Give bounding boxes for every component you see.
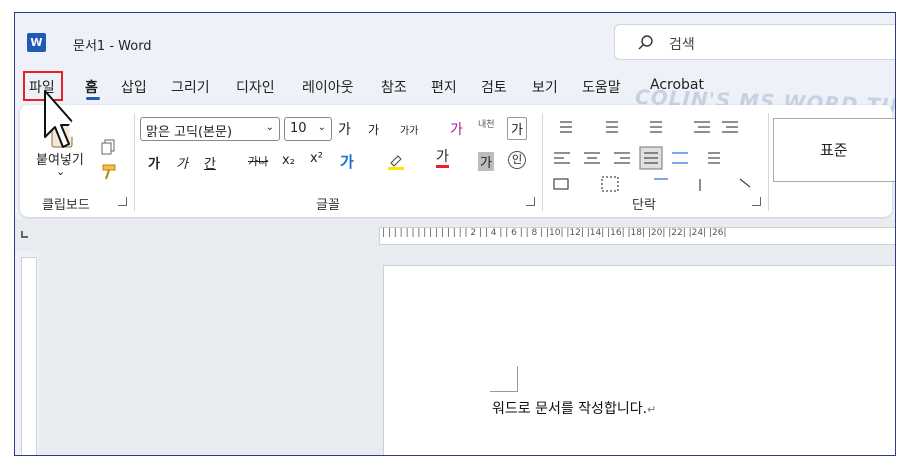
search-icon <box>638 35 653 50</box>
superscript-button[interactable]: x² <box>310 151 323 166</box>
tab-references[interactable]: 참조 <box>381 77 407 97</box>
underline-button[interactable]: 간 <box>204 153 216 172</box>
copy-icon[interactable] <box>100 139 116 155</box>
tab-design[interactable]: 디자인 <box>236 77 275 97</box>
word-window: W 문서1 - Word 검색 파일 홈 삽입 그리기 디자인 레이아웃 참조 … <box>14 12 896 456</box>
margin-corner-mark <box>490 366 518 392</box>
font-name-value: 맑은 고딕(본문) <box>146 125 233 140</box>
tab-mailings[interactable]: 편지 <box>431 77 457 97</box>
tab-layout[interactable]: 레이아웃 <box>302 77 354 97</box>
document-title: 문서1 - Word <box>73 39 152 54</box>
phonetic-guide-button[interactable]: 내천 <box>478 117 495 130</box>
click-annotation: 클릭 <box>67 115 105 140</box>
search-box[interactable]: 검색 <box>614 24 895 60</box>
chevron-down-icon: ⌄ <box>317 122 326 133</box>
enclose-characters-button[interactable]: 인 <box>508 151 526 169</box>
shrink-font-button[interactable]: 가 <box>368 121 379 138</box>
word-app-icon[interactable]: W <box>27 33 46 52</box>
font-color-button[interactable]: 가 <box>436 149 449 168</box>
paragraph-launcher-icon[interactable] <box>752 197 761 206</box>
paragraph-controls-icon[interactable] <box>550 117 770 193</box>
grow-font-button[interactable]: 가 <box>338 119 351 139</box>
chevron-down-icon: ⌄ <box>265 122 274 133</box>
title-bar: W 문서1 - Word 검색 <box>15 13 895 69</box>
tab-review[interactable]: 검토 <box>481 77 507 97</box>
group-separator <box>768 113 769 211</box>
bold-button[interactable]: 가 <box>148 153 160 172</box>
document-body-text[interactable]: 워드로 문서를 작성합니다.↵ <box>492 398 656 418</box>
tab-help[interactable]: 도움말 <box>582 77 621 97</box>
clipboard-launcher-icon[interactable] <box>118 197 127 206</box>
document-text[interactable]: 워드로 문서를 작성합니다. <box>492 401 647 417</box>
paragraph-group-label: 단락 <box>632 198 656 213</box>
tab-stop-selector-icon[interactable] <box>21 231 28 238</box>
style-normal-button[interactable]: 표준 <box>773 118 895 182</box>
document-page[interactable]: 워드로 문서를 작성합니다.↵ <box>383 265 895 455</box>
tab-home-active-indicator <box>86 97 100 100</box>
tab-draw[interactable]: 그리기 <box>171 77 210 97</box>
tab-home[interactable]: 홈 <box>85 77 98 97</box>
font-group-label: 글꼴 <box>316 198 340 213</box>
character-shading-button[interactable]: 가 <box>478 152 494 171</box>
highlighter-icon[interactable] <box>386 153 406 171</box>
style-normal-label: 표준 <box>820 141 848 159</box>
font-launcher-icon[interactable] <box>526 197 535 206</box>
change-case-button[interactable]: 가가 <box>400 122 418 137</box>
tab-insert[interactable]: 삽입 <box>121 77 147 97</box>
search-placeholder[interactable]: 검색 <box>669 34 695 54</box>
strikethrough-button[interactable]: 가나 <box>248 153 268 169</box>
ruler-bar: | | | | | | | | | | | | | | | 2 | | 4 | … <box>15 219 895 251</box>
font-size-value: 10 <box>290 121 307 136</box>
ribbon: 붙여넣기 ⌄ 클립보드 맑은 고딕(본문) ⌄ 10 ⌄ 가 가 가가 가 내천… <box>20 105 892 217</box>
clipboard-group-label: 클립보드 <box>42 198 90 213</box>
paste-dropdown-caret[interactable]: ⌄ <box>56 165 65 178</box>
clear-formatting-button[interactable]: 가 <box>450 119 463 139</box>
font-size-select[interactable]: 10 ⌄ <box>284 117 332 141</box>
format-painter-icon[interactable] <box>100 163 118 181</box>
subscript-button[interactable]: x₂ <box>282 153 295 168</box>
vertical-ruler[interactable] <box>21 257 37 455</box>
group-separator <box>134 113 135 211</box>
text-effects-button[interactable]: 가 <box>340 151 354 172</box>
italic-button[interactable]: 가 <box>176 153 188 172</box>
character-border-button[interactable]: 가 <box>507 117 527 140</box>
font-name-select[interactable]: 맑은 고딕(본문) ⌄ <box>140 117 280 141</box>
horizontal-ruler[interactable]: | | | | | | | | | | | | | | | 2 | | 4 | … <box>379 227 895 245</box>
paragraph-mark-icon: ↵ <box>647 403 657 416</box>
group-separator <box>542 113 543 211</box>
tab-view[interactable]: 보기 <box>532 77 558 97</box>
